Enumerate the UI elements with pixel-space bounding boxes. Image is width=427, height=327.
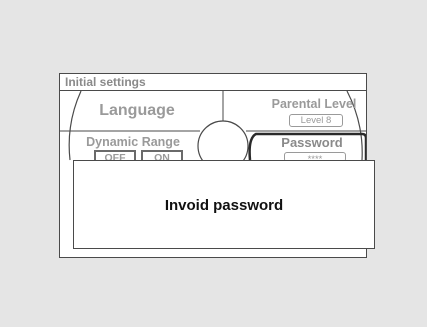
page-background: { "screen": { "title": "Initial settings…: [0, 0, 427, 327]
dynamic-range-menu-item[interactable]: Dynamic Range: [78, 135, 188, 149]
parental-level-menu-item[interactable]: Parental Level: [260, 97, 366, 111]
menu-left-arc: [68, 90, 82, 161]
dialog-message: Invoid password: [164, 197, 284, 214]
password-menu-item[interactable]: Password: [256, 135, 366, 150]
invalid-password-dialog: Invoid password: [73, 160, 375, 249]
title-bar: Initial settings: [60, 74, 366, 91]
parental-level-value: Level 8: [289, 114, 343, 127]
screen-title: Initial settings: [65, 75, 146, 89]
language-menu-item[interactable]: Language: [82, 102, 192, 120]
